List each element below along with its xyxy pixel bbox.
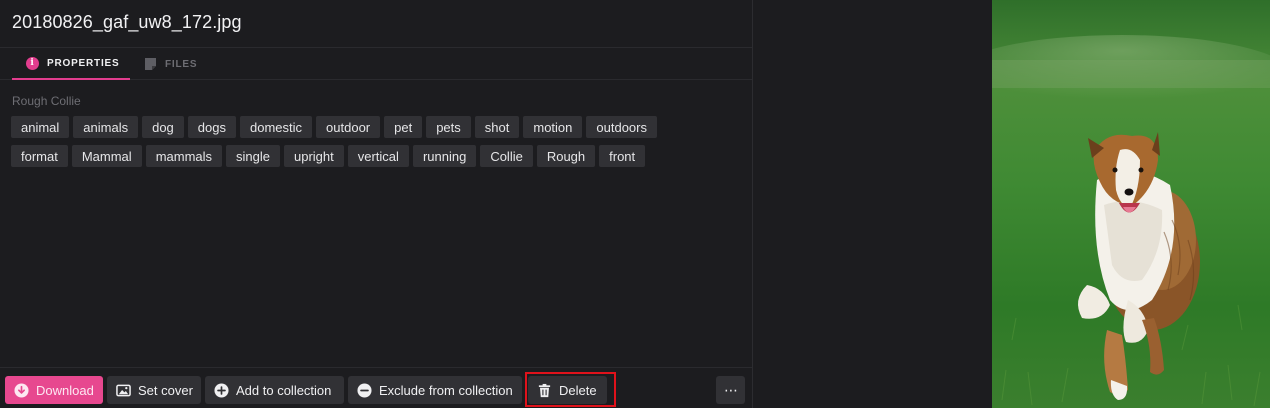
exclude-from-collection-button[interactable]: Exclude from collection — [348, 376, 522, 404]
exclude-from-collection-label: Exclude from collection — [379, 382, 513, 398]
set-cover-button[interactable]: Set cover — [107, 376, 201, 404]
tag[interactable]: front — [599, 145, 646, 167]
tag[interactable]: pets — [426, 116, 471, 138]
tag-row-2: format Mammal mammals single upright ver… — [11, 145, 741, 167]
tag[interactable]: animals — [73, 116, 139, 138]
tag[interactable]: pet — [384, 116, 423, 138]
cloud-download-icon — [14, 382, 29, 398]
tag[interactable]: Mammal — [71, 145, 142, 167]
tag[interactable]: shot — [474, 116, 520, 138]
download-button[interactable]: Download — [5, 376, 103, 404]
collie-photo — [992, 0, 1270, 408]
delete-label: Delete — [559, 382, 597, 398]
image-icon — [116, 384, 131, 396]
tag[interactable]: Collie — [480, 145, 533, 167]
file-icon — [145, 58, 156, 70]
tab-properties[interactable]: i PROPERTIES — [12, 48, 130, 80]
tag-list: animal animals dog dogs domestic outdoor… — [11, 116, 741, 174]
asset-details-panel: 20180826_gaf_uw8_172.jpg i PROPERTIES FI… — [0, 0, 753, 408]
set-cover-label: Set cover — [138, 382, 193, 398]
tag-row-1: animal animals dog dogs domestic outdoor… — [11, 116, 741, 138]
asset-subtitle: Rough Collie — [12, 94, 81, 108]
tag[interactable]: dog — [142, 116, 184, 138]
tag[interactable]: domestic — [240, 116, 313, 138]
tag[interactable]: mammals — [145, 145, 223, 167]
delete-button[interactable]: Delete — [528, 376, 607, 404]
tag[interactable]: format — [11, 145, 68, 167]
tag[interactable]: vertical — [347, 145, 409, 167]
tag[interactable]: outdoor — [316, 116, 381, 138]
more-options-button[interactable]: ⋯ — [716, 376, 745, 404]
tag[interactable]: upright — [284, 145, 344, 167]
tag[interactable]: Rough — [536, 145, 596, 167]
file-title: 20180826_gaf_uw8_172.jpg — [12, 12, 242, 32]
tag[interactable]: dogs — [187, 116, 236, 138]
tab-files[interactable]: FILES — [144, 48, 197, 80]
tag[interactable]: motion — [523, 116, 583, 138]
tab-bar: i PROPERTIES FILES — [0, 47, 752, 80]
tab-properties-label: PROPERTIES — [47, 57, 120, 69]
tag[interactable]: animal — [11, 116, 70, 138]
plus-circle-icon — [214, 382, 229, 398]
info-icon: i — [26, 56, 39, 70]
viewer-background — [753, 0, 992, 408]
add-to-collection-button[interactable]: Add to collection — [205, 376, 344, 404]
add-to-collection-label: Add to collection — [236, 382, 332, 398]
tab-files-label: FILES — [165, 58, 198, 70]
ellipsis-icon: ⋯ — [724, 381, 738, 398]
tag[interactable]: outdoors — [586, 116, 657, 138]
image-preview — [992, 0, 1270, 408]
download-label: Download — [36, 382, 94, 398]
tag[interactable]: single — [226, 145, 280, 167]
tag[interactable]: running — [412, 145, 477, 167]
trash-icon — [538, 383, 551, 397]
action-toolbar: Download Set cover Add to collection Exc… — [0, 367, 752, 408]
minus-circle-icon — [357, 382, 372, 398]
